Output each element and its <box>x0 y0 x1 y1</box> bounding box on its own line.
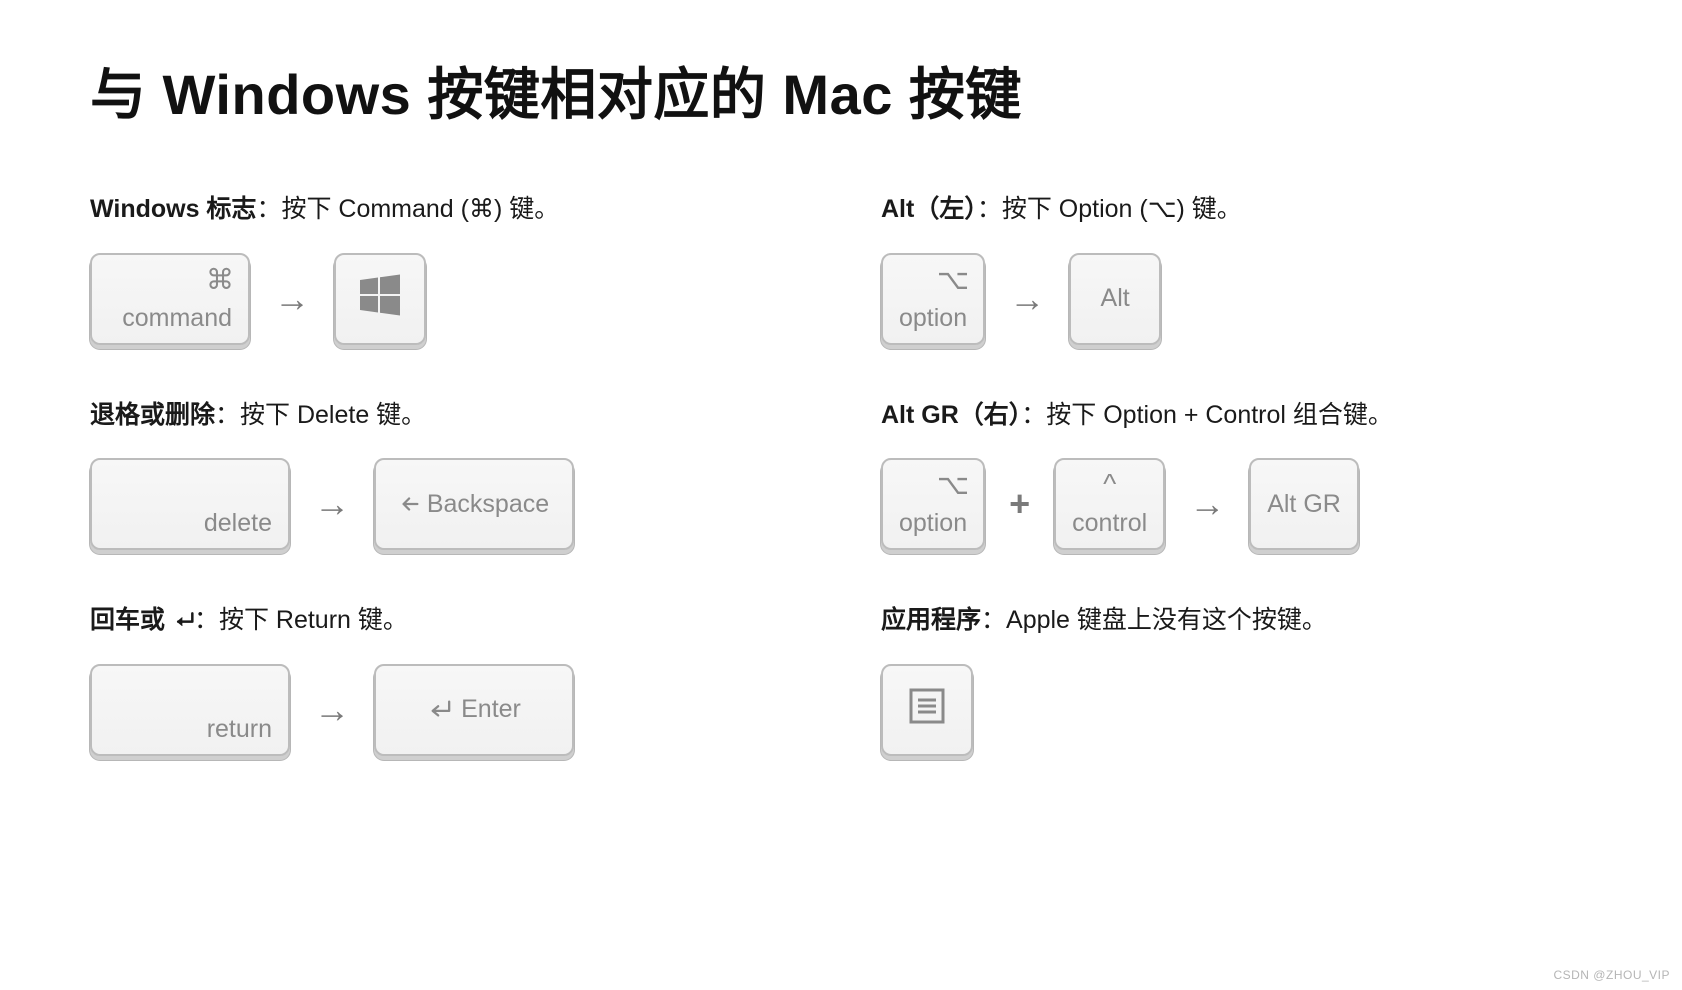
arrow-right-icon: → <box>310 689 354 731</box>
column-left: Windows 标志：按下 Command (⌘) 键。⌘command→退格或… <box>90 191 801 808</box>
key-row: ⌘ command → <box>90 253 801 345</box>
mapping-description: 回车或 ：按下 Return 键。 <box>90 602 801 640</box>
arrow-right-icon: → <box>1185 483 1229 525</box>
key-symbol: ⌘ <box>206 263 234 296</box>
mapping-item: Alt（左）：按下 Option (⌥) 键。 ⌥ option → Alt <box>881 191 1592 345</box>
arrow-right-icon: → <box>270 278 314 320</box>
windows-icon-wrapper <box>356 271 404 326</box>
page-title: 与 Windows 按键相对应的 Mac 按键 <box>90 50 1592 131</box>
key-windows <box>334 253 426 345</box>
key-label: return <box>207 715 272 744</box>
key-mac: ^ control <box>1054 458 1165 550</box>
key-label: option <box>899 509 967 538</box>
key-symbol: ^ <box>1056 468 1163 500</box>
key-label: Alt GR <box>1267 490 1341 519</box>
arrow-right-icon: → <box>310 483 354 525</box>
mapping-item: 应用程序：Apple 键盘上没有这个按键。 <box>881 602 1592 756</box>
enter-inline-icon-wrapper <box>172 604 194 626</box>
mapping-description: Alt GR（右）：按下 Option + Control 组合键。 <box>881 397 1592 435</box>
mapping-description: Windows 标志：按下 Command (⌘) 键。 <box>90 191 801 229</box>
mapping-desc-text: ：按下 Return 键。 <box>194 606 408 634</box>
mapping-label: Windows 标志 <box>90 195 256 223</box>
menu-icon <box>905 684 949 728</box>
key-single <box>881 664 973 756</box>
key-mac: return <box>90 664 290 756</box>
mapping-label: Alt（左） <box>881 195 977 223</box>
key-row: ⌥ option → Alt <box>881 253 1592 345</box>
key-label: command <box>122 304 232 333</box>
key-windows: Backspace <box>374 458 574 550</box>
mapping-item: Alt GR（右）：按下 Option + Control 组合键。 ⌥ optio… <box>881 397 1592 551</box>
key-row: ⌥ option + ^ control → Alt GR <box>881 458 1592 550</box>
key-symbol: ⌥ <box>937 468 969 501</box>
mapping-desc-text: ：按下 Option (⌥) 键。 <box>977 195 1242 223</box>
key-label: option <box>899 304 967 333</box>
mapping-label: 应用程序 <box>881 606 981 634</box>
mapping-desc-text: ：按下 Command (⌘) 键。 <box>256 195 559 223</box>
mapping-description: Alt（左）：按下 Option (⌥) 键。 <box>881 191 1592 229</box>
mapping-item: 退格或删除：按下 Delete 键。 delete → Backspace <box>90 397 801 551</box>
mapping-description: 退格或删除：按下 Delete 键。 <box>90 397 801 435</box>
enter-inline-icon <box>172 610 196 630</box>
key-row: delete → Backspace <box>90 458 801 550</box>
mapping-item: Windows 标志：按下 Command (⌘) 键。 ⌘ command → <box>90 191 801 345</box>
key-mac: delete <box>90 458 290 550</box>
key-windows: Enter <box>374 664 574 756</box>
mapping-item: 回车或 ：按下 Return 键。 return → Enter <box>90 602 801 756</box>
key-mac: ⌥ option <box>881 253 985 345</box>
key-label: Alt <box>1101 284 1130 313</box>
key-symbol: ⌥ <box>937 263 969 296</box>
columns: Windows 标志：按下 Command (⌘) 键。⌘command→退格或… <box>90 191 1592 808</box>
mapping-desc-text: ：按下 Delete 键。 <box>215 401 426 429</box>
operator-plus: + <box>1005 483 1034 525</box>
windows-logo-icon <box>356 271 404 319</box>
key-mac: ⌘ command <box>90 253 250 345</box>
column-right: Alt（左）：按下 Option (⌥) 键。 ⌥ option → Alt Alt GR… <box>881 191 1592 808</box>
key-mac: ⌥ option <box>881 458 985 550</box>
arrow-right-icon: → <box>1005 278 1049 320</box>
mapping-description: 应用程序：Apple 键盘上没有这个按键。 <box>881 602 1592 640</box>
key-label: Enter <box>427 695 521 724</box>
mapping-desc-text: ：Apple 键盘上没有这个按键。 <box>981 606 1327 634</box>
key-label: delete <box>204 509 272 538</box>
key-row: return → Enter <box>90 664 801 756</box>
mapping-desc-text: ：按下 Option + Control 组合键。 <box>1021 401 1393 429</box>
arrow-left-icon <box>399 493 421 515</box>
attribution: CSDN @ZHOU_VIP <box>1553 968 1670 982</box>
menu-icon-wrapper <box>905 684 949 735</box>
mapping-label: 回车或 <box>90 606 172 634</box>
key-label: Backspace <box>399 490 549 519</box>
key-label: control <box>1072 509 1147 538</box>
key-windows: Alt GR <box>1249 458 1359 550</box>
mapping-label: 退格或删除 <box>90 401 215 429</box>
key-windows: Alt <box>1069 253 1161 345</box>
enter-icon <box>427 698 453 720</box>
mapping-label: Alt GR（右） <box>881 401 1021 429</box>
key-row <box>881 664 1592 756</box>
